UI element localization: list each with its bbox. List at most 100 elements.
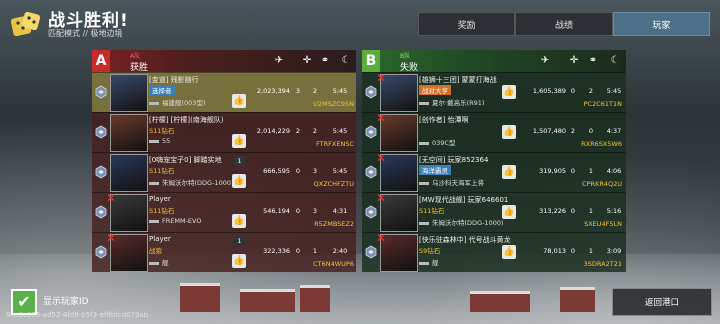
player-row[interactable]: ✕ Player S11钻石 FREMM-EVO 👍 546,194 0 3 4… bbox=[92, 191, 356, 232]
kills-value: 0 bbox=[570, 247, 576, 255]
player-row[interactable]: ✕ Player 战狼 舰 👍 1 322,336 0 1 2:40 CT6N4… bbox=[92, 231, 356, 272]
building bbox=[180, 283, 220, 312]
rank-insignia-icon bbox=[365, 245, 377, 259]
score-value: 1,605,389 bbox=[532, 87, 566, 95]
rank-insignia-icon bbox=[95, 165, 107, 179]
thumbs-up-icon[interactable]: 👍 bbox=[232, 254, 246, 268]
player-name: [柠檬] [柠檬](南海舰队) bbox=[149, 116, 224, 124]
ship-name: 舰 bbox=[419, 257, 439, 267]
thumbs-up-icon[interactable]: 👍 bbox=[232, 214, 246, 228]
player-rank: S11钻石 bbox=[149, 207, 175, 215]
player-name: Player bbox=[149, 195, 171, 203]
score-value: 313,226 bbox=[539, 207, 566, 215]
assists-value: 2 bbox=[588, 87, 594, 95]
score-value: 1,507,480 bbox=[532, 127, 566, 135]
rank-insignia-icon bbox=[95, 205, 107, 219]
score-value: 319,905 bbox=[539, 167, 566, 175]
thumbs-up-icon[interactable]: 👍 bbox=[502, 85, 516, 99]
player-id: U2MSZC95N bbox=[313, 100, 354, 108]
player-row[interactable]: [0嗨宠宝子0] 脚踏实地 S11钻石 朱姆沃尔特(DDG-1000) 👍 1 … bbox=[92, 152, 356, 192]
thumbs-up-icon[interactable]: 👍 bbox=[502, 205, 516, 219]
handshake-icon: ⚭ bbox=[588, 55, 598, 66]
ship-name: 乌沙科夫海军上将 bbox=[419, 177, 484, 187]
assists-value: 0 bbox=[588, 127, 594, 135]
thumbs-up-icon[interactable]: 👍 bbox=[232, 174, 246, 188]
plane-icon: ✈ bbox=[274, 55, 284, 66]
ship-name: FREMM-EVO bbox=[149, 217, 201, 225]
player-id: FTRFXENSC bbox=[316, 140, 354, 148]
eliminated-icon: ✕ bbox=[376, 71, 387, 85]
rank-insignia-icon bbox=[365, 85, 377, 99]
avatar[interactable] bbox=[110, 114, 148, 152]
assists-value: 1 bbox=[588, 247, 594, 255]
return-to-port-button[interactable]: 返回港口 bbox=[612, 288, 712, 316]
player-id: 3SDRA2T21 bbox=[583, 260, 622, 268]
thumbs-up-icon[interactable]: 👍 bbox=[502, 165, 516, 179]
ship-name: 舰 bbox=[149, 257, 169, 267]
building bbox=[300, 285, 330, 312]
assists-value: 2 bbox=[312, 87, 318, 95]
player-row[interactable]: ✕ [无空间] 玩家852364 海洋霸灵 乌沙科夫海军上将 👍 319,905… bbox=[362, 151, 626, 192]
avatar[interactable] bbox=[110, 154, 148, 192]
kills-value: 0 bbox=[570, 167, 576, 175]
kills-value: 0 bbox=[295, 167, 301, 175]
kills-value: 0 bbox=[295, 207, 301, 215]
player-rank: 战狼 bbox=[149, 247, 162, 255]
thumbs-up-icon[interactable]: 👍 bbox=[232, 134, 246, 148]
score-value: 2,014,229 bbox=[256, 127, 290, 135]
player-row[interactable]: ✕ [雄狮十三团] 蒙蒙打海战 战对大亨 夏尔·戴高乐(R91) 👍 1,605… bbox=[362, 71, 626, 112]
team-a-panel: A A队 获胜 ✈ ✛ ⚭ ☾ [变道] 残影随行 选择者 福建舰(003型) … bbox=[92, 50, 356, 272]
dice-icon bbox=[10, 11, 41, 37]
thumbs-up-icon[interactable]: 👍 bbox=[502, 125, 516, 139]
player-row[interactable]: [变道] 残影随行 选择者 福建舰(003型) 👍 2,023,394 3 2 … bbox=[92, 72, 356, 112]
avatar[interactable] bbox=[110, 74, 148, 112]
score-value: 546,194 bbox=[263, 207, 290, 215]
survival-time: 2:40 bbox=[332, 247, 348, 255]
team-b-header: B B队 失败 ✈ ✛ ⚭ ☾ bbox=[362, 50, 626, 73]
player-name: [变道] 残影随行 bbox=[149, 76, 199, 84]
like-count: 1 bbox=[234, 156, 245, 166]
tab-players[interactable]: 玩家 bbox=[612, 12, 710, 36]
ship-name: 福建舰(003型) bbox=[149, 97, 205, 107]
team-name: B队 bbox=[400, 53, 411, 60]
player-id: CT6N4WUP6 bbox=[313, 260, 354, 268]
player-id: CPRKR4Q2U bbox=[582, 180, 622, 188]
rank-insignia-icon bbox=[95, 85, 107, 99]
rank-insignia-icon bbox=[95, 125, 107, 139]
tab-record[interactable]: 战绩 bbox=[515, 12, 613, 36]
score-value: 2,023,394 bbox=[256, 87, 290, 95]
player-row[interactable]: ✕ [快乐驻森林中] 代号战斗黄龙 S9钻石 舰 👍 78,013 0 1 3:… bbox=[362, 231, 626, 272]
handshake-icon: ⚭ bbox=[320, 55, 330, 66]
eliminated-icon: ✕ bbox=[106, 231, 117, 245]
player-row[interactable]: ✕ [MW现代战舰] 玩家646601 S11钻石 朱姆沃尔特(DDG-1000… bbox=[362, 191, 626, 232]
team-a-header: A A队 获胜 ✈ ✛ ⚭ ☾ bbox=[92, 50, 356, 73]
tab-bar: 奖励 战绩 玩家 bbox=[418, 12, 710, 36]
ship-name: 朱姆沃尔特(DDG-1000) bbox=[419, 217, 504, 227]
building bbox=[470, 291, 530, 312]
thumbs-up-icon[interactable]: 👍 bbox=[232, 94, 246, 108]
moon-icon: ☾ bbox=[610, 55, 620, 66]
tab-rewards[interactable]: 奖励 bbox=[418, 12, 516, 36]
rank-insignia-icon bbox=[95, 245, 107, 259]
player-rank: 选择者 bbox=[149, 85, 175, 95]
assists-value: 3 bbox=[312, 167, 318, 175]
kills-value: 0 bbox=[570, 87, 576, 95]
player-id: RXR6SX5W6 bbox=[581, 140, 622, 148]
score-value: 666,595 bbox=[263, 167, 290, 175]
player-id: PC2C61T1N bbox=[583, 100, 622, 108]
survival-time: 4:06 bbox=[606, 167, 622, 175]
eliminated-icon: ✕ bbox=[376, 191, 387, 205]
player-name: [雄狮十三团] 蒙蒙打海战 bbox=[419, 76, 497, 84]
player-id: QXZCHFZTU bbox=[313, 180, 354, 188]
player-rank: S11钻石 bbox=[149, 127, 175, 135]
player-row[interactable]: ✕ [创作者] 怡潭啊 039C型 👍 1,507,480 2 0 4:37 R… bbox=[362, 111, 626, 152]
rank-insignia-icon bbox=[365, 125, 377, 139]
building bbox=[560, 287, 595, 312]
session-id-text: 9ec9c505-ad52-4fd9-b5f3-ef9bfcd079ab bbox=[6, 311, 149, 319]
player-row[interactable]: [柠檬] [柠檬](南海舰队) S11钻石 55 👍 2,014,229 2 2… bbox=[92, 112, 356, 152]
player-rank: 海洋霸灵 bbox=[419, 165, 451, 175]
ship-name: 55 bbox=[149, 137, 170, 145]
eliminated-icon: ✕ bbox=[376, 151, 387, 165]
match-mode-subtitle: 匹配模式 // 极地边境 bbox=[48, 29, 123, 38]
thumbs-up-icon[interactable]: 👍 bbox=[502, 245, 516, 259]
